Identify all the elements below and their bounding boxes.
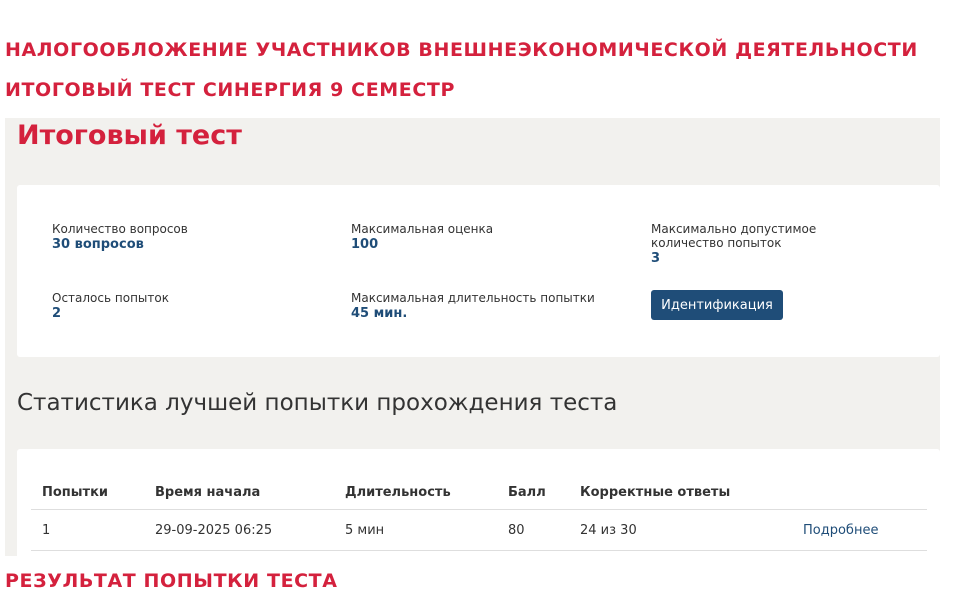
page-heading-test-name: ИТОГОВЫЙ ТЕСТ СИНЕРГИЯ 9 СЕМЕСТР bbox=[5, 79, 455, 101]
attempts-left-label: Осталось попыток bbox=[52, 291, 169, 305]
max-score-label: Максимальная оценка bbox=[351, 222, 494, 236]
stats-title: Статистика лучшей попытки прохождения те… bbox=[17, 390, 618, 416]
row-divider bbox=[31, 550, 927, 551]
max-score-value: 100 bbox=[351, 237, 379, 252]
cell-start-time: 29-09-2025 06:25 bbox=[155, 523, 273, 538]
column-header-score: Балл bbox=[508, 485, 546, 500]
questions-count-label: Количество вопросов bbox=[52, 222, 188, 236]
test-panel: Итоговый тест Количество вопросов 30 воп… bbox=[5, 118, 940, 556]
page-heading-result: РЕЗУЛЬТАТ ПОПЫТКИ ТЕСТА bbox=[5, 570, 338, 592]
cell-duration: 5 мин bbox=[345, 523, 385, 538]
page-heading-subject: НАЛОГООБЛОЖЕНИЕ УЧАСТНИКОВ ВНЕШНЕЭКОНОМИ… bbox=[5, 39, 918, 61]
max-duration-value: 45 мин. bbox=[351, 306, 408, 321]
cell-correct: 24 из 30 bbox=[580, 523, 637, 538]
attempts-left-value: 2 bbox=[52, 306, 62, 321]
page-title: Итоговый тест bbox=[17, 120, 242, 151]
column-header-attempts: Попытки bbox=[42, 485, 109, 500]
test-info-card: Количество вопросов 30 вопросов Максимал… bbox=[17, 185, 940, 357]
details-link[interactable]: Подробнее bbox=[803, 523, 878, 538]
stats-table: Попытки Время начала Длительность Балл К… bbox=[17, 449, 940, 556]
identification-button[interactable]: Идентификация bbox=[651, 290, 783, 320]
cell-attempt: 1 bbox=[42, 523, 51, 538]
max-attempts-value: 3 bbox=[651, 251, 661, 266]
header-divider bbox=[31, 509, 927, 510]
column-header-start-time: Время начала bbox=[155, 485, 261, 500]
max-duration-label: Максимальная длительность попытки bbox=[351, 291, 595, 305]
column-header-correct: Корректные ответы bbox=[580, 485, 731, 500]
max-attempts-label: Максимально допустимое количество попыто… bbox=[651, 222, 817, 250]
cell-score: 80 bbox=[508, 523, 525, 538]
column-header-duration: Длительность bbox=[345, 485, 451, 500]
questions-count-value: 30 вопросов bbox=[52, 237, 144, 252]
